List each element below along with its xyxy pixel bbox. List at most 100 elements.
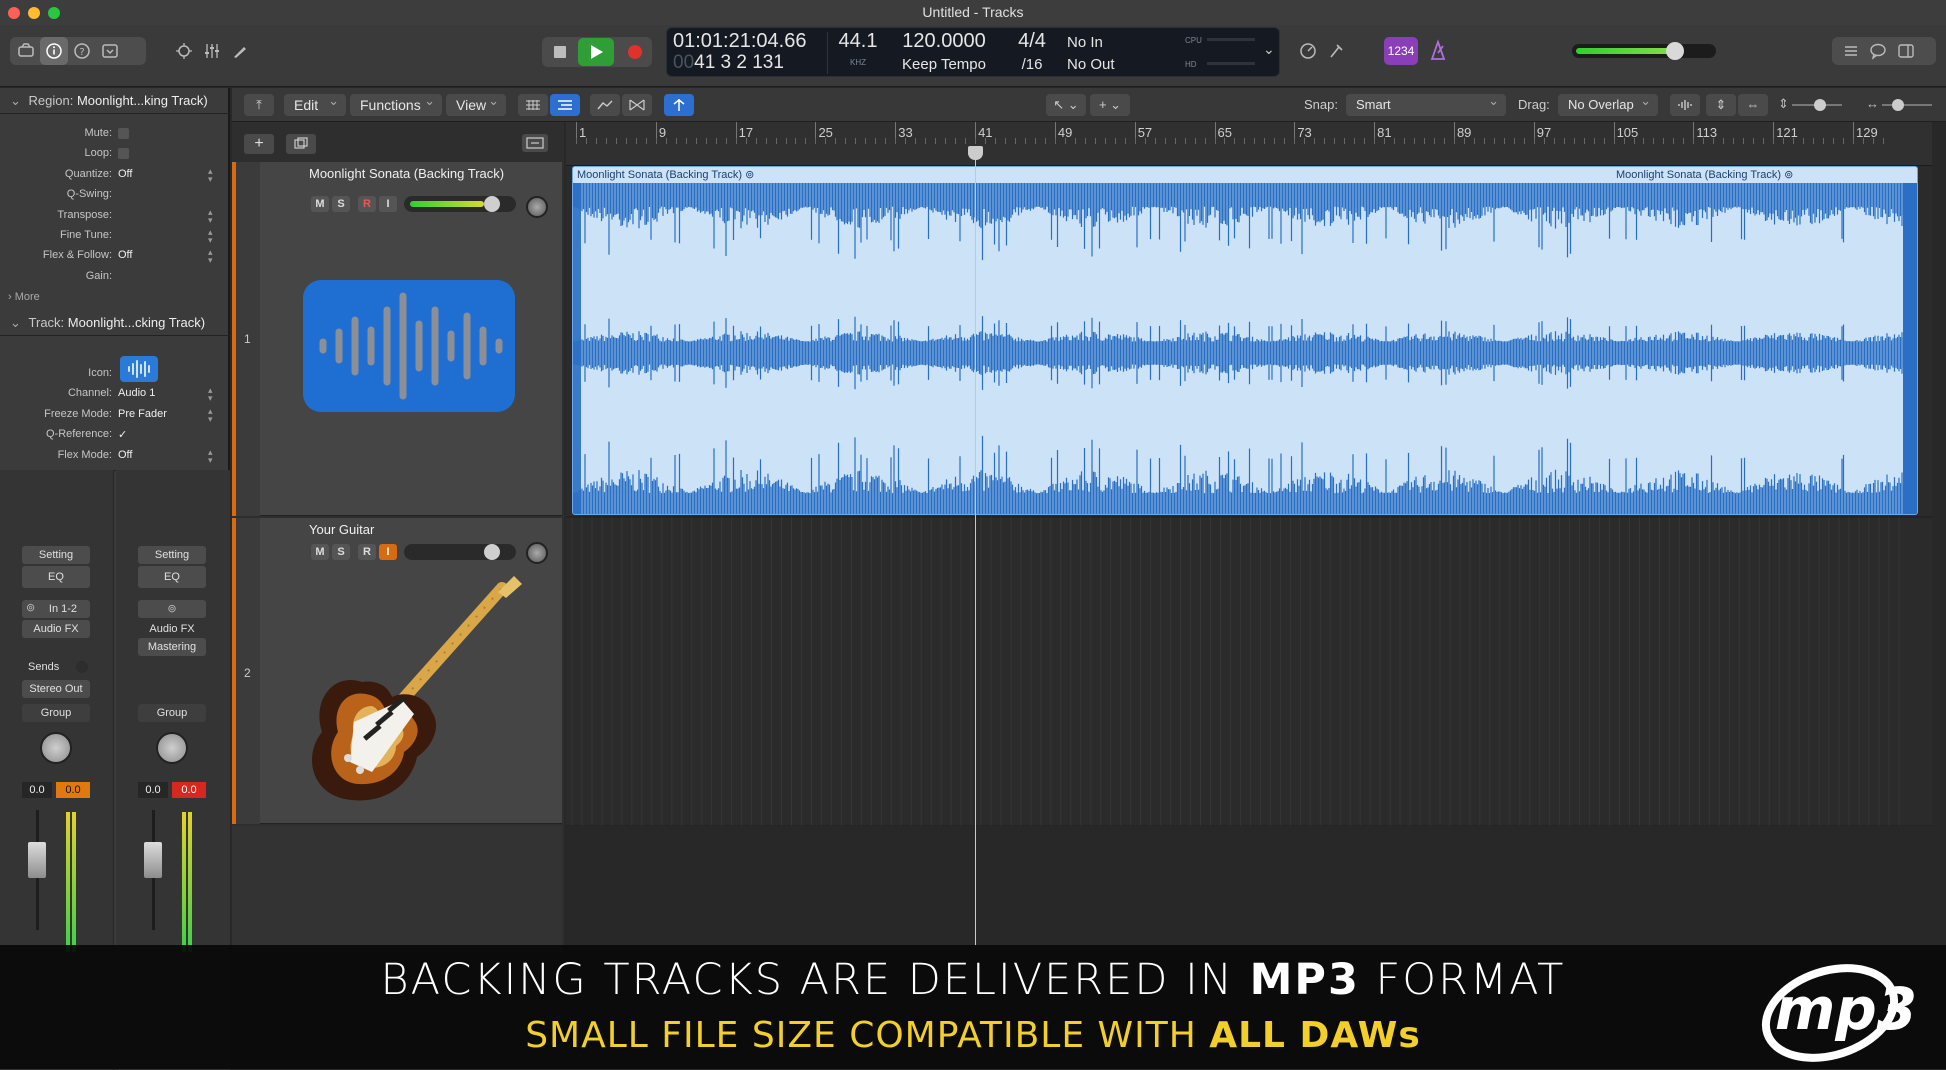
inspector-row[interactable]: Transpose: (0, 206, 230, 226)
notepad-button[interactable] (1864, 37, 1892, 65)
inspector-row[interactable]: Quantize: Off (0, 165, 230, 185)
volume-fader[interactable] (28, 842, 46, 878)
list-editors-button[interactable] (1836, 37, 1864, 65)
volume-fader[interactable] (144, 842, 162, 878)
horizontal-zoom-fit-button[interactable]: ⇔ (1738, 94, 1768, 116)
input-slot[interactable]: ⊚ In 1-2 (22, 600, 90, 618)
master-volume-slider[interactable] (1572, 42, 1716, 60)
track-pan-knob[interactable] (526, 542, 548, 564)
output-slot[interactable]: Stereo Out (22, 680, 90, 698)
library-button[interactable] (12, 37, 40, 65)
track-header-2[interactable]: 2 Your Guitar M S R I (232, 518, 562, 824)
checkbox[interactable] (118, 128, 129, 139)
track-pan-knob[interactable] (526, 196, 548, 218)
mute-button[interactable]: M (311, 196, 329, 212)
eq-button[interactable]: EQ (22, 566, 90, 588)
input-monitor-button[interactable]: I (379, 196, 397, 212)
secondary-tool-menu[interactable]: + ⌄ (1090, 94, 1130, 116)
back-button[interactable]: ⤒ (244, 94, 274, 116)
solo-button[interactable]: S (332, 196, 350, 212)
track-volume-slider[interactable] (404, 544, 516, 560)
mute-button[interactable]: M (311, 544, 329, 560)
stepper-icon[interactable]: ▴ ▾ (208, 447, 213, 464)
zoom-window-button[interactable] (48, 7, 60, 19)
chevron-down-icon[interactable]: ⌄ (1263, 41, 1275, 58)
browser-button[interactable] (1892, 37, 1920, 65)
pointer-tool-menu[interactable]: ↖ ⌄ (1046, 94, 1086, 116)
functions-menu[interactable]: Functions (350, 90, 442, 116)
group-slot[interactable]: Group (22, 704, 90, 722)
setting-button[interactable]: Setting (22, 546, 90, 564)
pan-knob[interactable] (156, 732, 188, 764)
drag-menu[interactable]: No Overlap (1558, 90, 1658, 116)
inspector-row[interactable]: Freeze Mode: Pre Fader (0, 405, 230, 425)
flex-button[interactable] (622, 94, 652, 116)
setting-button[interactable]: Setting (138, 546, 206, 564)
inspector-row[interactable]: Gain: (0, 267, 230, 287)
vertical-zoom-fit-button[interactable]: ⇕ (1706, 94, 1736, 116)
more-disclosure[interactable]: › More (0, 288, 230, 308)
mixer-button[interactable] (198, 37, 226, 65)
snap-menu[interactable]: Smart (1346, 90, 1506, 116)
lcd-display[interactable]: 01:01:21:04.66 0041 3 2 131 44.1 KHZ 120… (666, 27, 1280, 77)
track-icon-button[interactable] (120, 356, 158, 382)
duplicate-track-button[interactable] (286, 134, 316, 154)
global-tracks-button[interactable] (522, 134, 548, 152)
eq-button[interactable]: EQ (138, 566, 206, 588)
bar-ruler[interactable]: 1 9 17 25 33 41 49 57 65 73 81 89 97 105 113 121 129 (566, 122, 1932, 166)
inspector-row[interactable]: Fine Tune: (0, 226, 230, 246)
list-view-button[interactable] (550, 94, 580, 116)
metronome-settings-button[interactable] (1322, 37, 1350, 65)
audio-region[interactable]: Moonlight Sonata (Backing Track) ⊚ Moonl… (572, 166, 1918, 515)
minimize-window-button[interactable] (28, 7, 40, 19)
track-name[interactable]: Moonlight Sonata (Backing Track) (309, 166, 504, 181)
inspector-row[interactable]: Flex & Follow: Off (0, 246, 230, 266)
toolbar-toggle-button[interactable] (96, 37, 124, 65)
catch-button[interactable] (664, 94, 694, 116)
inspector-row[interactable]: Q-Swing: (0, 185, 230, 205)
stepper-icon[interactable]: ▴ ▾ (208, 386, 213, 403)
count-in-button[interactable]: 1234 (1384, 37, 1418, 65)
record-enable-button[interactable]: R (358, 196, 376, 212)
add-track-button[interactable]: + (244, 134, 274, 154)
editors-button[interactable] (226, 37, 254, 65)
inspector-row[interactable]: Channel: Audio 1 (0, 384, 230, 404)
inspector-row[interactable]: Loop: (0, 144, 230, 164)
track-inspector-header[interactable]: ⌄ Track: Moonlight...cking Track) (0, 310, 230, 336)
horizontal-zoom-slider[interactable] (1882, 99, 1932, 111)
region-inspector-header[interactable]: ⌄ Region: Moonlight...king Track) (0, 88, 230, 114)
stepper-icon[interactable]: ▴ ▾ (208, 207, 213, 224)
stepper-icon[interactable]: ▴ ▾ (208, 248, 213, 265)
audio-fx-slot[interactable]: Audio FX (22, 620, 90, 638)
metronome-button[interactable] (1424, 37, 1452, 65)
record-enable-button[interactable]: R (358, 544, 376, 560)
edit-menu[interactable]: Edit (284, 90, 346, 116)
vertical-zoom-slider[interactable] (1792, 99, 1842, 111)
inspector-row[interactable]: Q-Reference: ✓ (0, 425, 230, 445)
track-name[interactable]: Your Guitar (309, 522, 374, 537)
record-button[interactable] (628, 45, 642, 59)
grid-view-button[interactable] (518, 94, 548, 116)
quick-help-button[interactable]: ? (68, 37, 96, 65)
waveform-zoom-button[interactable] (1670, 94, 1700, 116)
stepper-icon[interactable]: ▴ ▾ (208, 228, 213, 245)
link-button[interactable]: ⊚ (138, 600, 206, 618)
stepper-icon[interactable]: ▴ ▾ (208, 166, 213, 183)
inspector-row[interactable]: Mute: (0, 124, 230, 144)
close-window-button[interactable] (8, 7, 20, 19)
group-slot[interactable]: Group (138, 704, 206, 722)
smart-controls-button[interactable] (170, 37, 198, 65)
stop-button[interactable] (554, 46, 566, 58)
view-menu[interactable]: View (446, 90, 506, 116)
automation-button[interactable] (590, 94, 620, 116)
master-volume-knob[interactable] (1666, 42, 1684, 60)
inspector-button[interactable] (40, 37, 68, 65)
input-monitor-button[interactable]: I (379, 544, 397, 560)
track-volume-knob[interactable] (483, 196, 500, 212)
playhead[interactable] (968, 146, 984, 946)
track-header-1[interactable]: 1 Moonlight Sonata (Backing Track) M S R… (232, 162, 562, 516)
tuner-button[interactable] (1294, 37, 1322, 65)
checkbox[interactable] (118, 148, 129, 160)
mastering-slot[interactable]: Mastering (138, 638, 206, 656)
play-button[interactable] (578, 38, 614, 66)
